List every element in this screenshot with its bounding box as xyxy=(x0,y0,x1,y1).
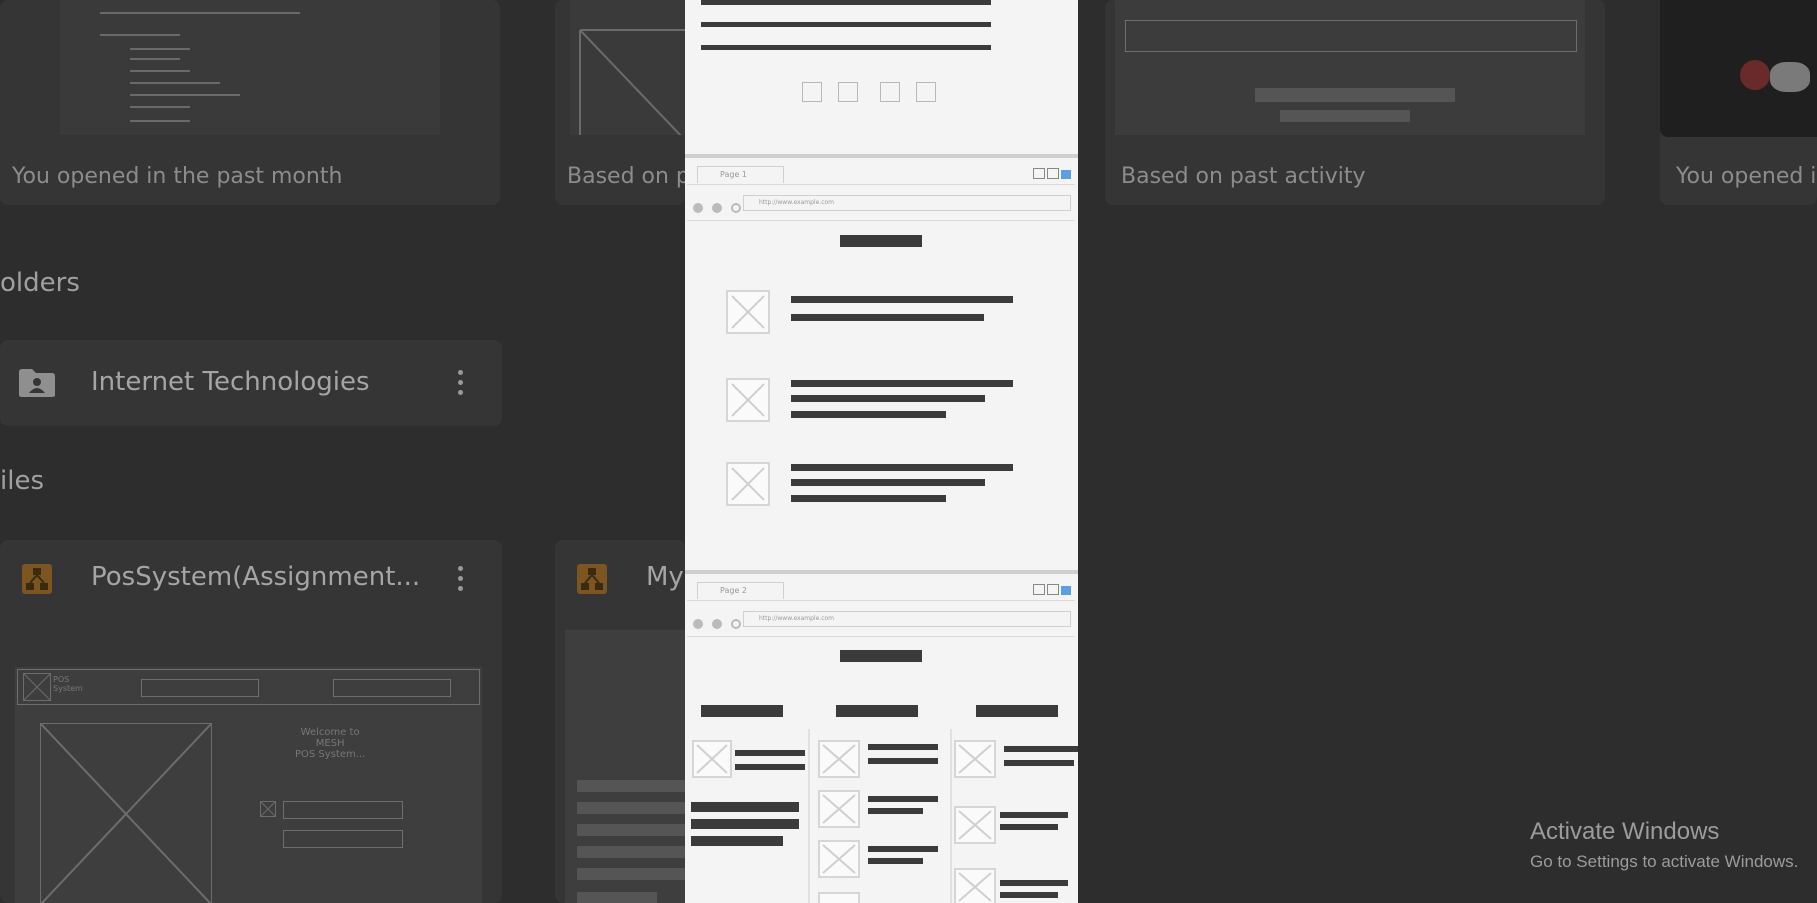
image-placeholder xyxy=(818,740,860,778)
page-heading-placeholder xyxy=(840,650,922,662)
browser-nav-icons xyxy=(693,198,742,217)
shared-folder-icon xyxy=(18,368,56,398)
image-placeholder xyxy=(726,378,770,422)
image-placeholder xyxy=(726,290,770,334)
file-card[interactable]: My xyxy=(555,540,685,903)
activation-title: Activate Windows xyxy=(1530,818,1720,845)
window-controls-icon xyxy=(1033,164,1073,179)
wireframe-page-2: Page 2 http://www.example.com xyxy=(685,574,1078,903)
pagination-prev-icon xyxy=(838,82,858,102)
browser-tab-label: Page 1 xyxy=(720,170,747,179)
pos-logo-text: POS System xyxy=(53,675,83,693)
suggested-card-3[interactable]: Based on past activity xyxy=(1105,0,1605,205)
wireframe-preview-viewer[interactable]: Page 1 http://www.example.com Page 2 htt… xyxy=(685,0,1078,903)
browser-nav-icons xyxy=(693,614,742,633)
suggested-card-thumbnail xyxy=(60,0,440,135)
drawio-file-icon xyxy=(577,564,607,594)
suggested-card-caption: Based on past activity xyxy=(1121,164,1366,189)
suggested-card-thumbnail xyxy=(1115,0,1585,135)
address-bar-url: http://www.example.com xyxy=(759,199,835,206)
suggested-card-caption: You opened i xyxy=(1676,164,1817,189)
files-heading: iles xyxy=(0,466,44,496)
image-placeholder xyxy=(954,740,996,778)
suggested-card-caption: Based on p xyxy=(567,164,690,189)
image-placeholder xyxy=(726,462,770,506)
address-bar-url: http://www.example.com xyxy=(759,615,835,622)
file-preview xyxy=(565,630,685,903)
suggested-card-1[interactable]: You opened in the past month xyxy=(0,0,500,205)
suggested-card-thumbnail xyxy=(570,0,685,135)
file-card[interactable]: PosSystem(Assignment... POS System Welco… xyxy=(0,540,502,903)
more-options-icon[interactable] xyxy=(458,566,464,596)
file-name: My xyxy=(646,562,684,592)
windows-activation-watermark: Activate Windows Go to Settings to activ… xyxy=(1530,818,1798,872)
pagination-last-icon xyxy=(916,82,936,102)
image-placeholder xyxy=(692,740,732,778)
folder-name: Internet Technologies xyxy=(91,367,370,397)
file-name: PosSystem(Assignment... xyxy=(91,562,421,592)
window-controls-icon xyxy=(1033,580,1073,595)
folders-heading: olders xyxy=(0,268,80,298)
image-placeholder xyxy=(954,868,996,903)
suggested-card-caption: You opened in the past month xyxy=(12,164,343,189)
browser-tab-label: Page 2 xyxy=(720,586,747,595)
folder-item[interactable]: Internet Technologies xyxy=(0,340,502,426)
suggested-card-4[interactable]: You opened i xyxy=(1660,0,1817,205)
suggested-card-thumbnail xyxy=(1660,0,1817,137)
image-placeholder xyxy=(954,806,996,844)
image-placeholder xyxy=(818,892,860,903)
more-options-icon[interactable] xyxy=(458,370,464,400)
file-preview: POS System Welcome to MESH POS System... xyxy=(15,667,482,903)
drawio-file-icon xyxy=(22,564,52,594)
wireframe-page-1: Page 1 http://www.example.com xyxy=(685,158,1078,570)
image-placeholder xyxy=(818,840,860,878)
image-placeholder xyxy=(818,790,860,828)
activation-subtitle: Go to Settings to activate Windows. xyxy=(1530,852,1799,871)
page-heading-placeholder xyxy=(840,235,922,247)
pagination-next-icon xyxy=(880,82,900,102)
suggested-card-2[interactable]: Based on p xyxy=(555,0,690,205)
pos-welcome-text: Welcome to MESH POS System... xyxy=(295,727,366,760)
pagination-first-icon xyxy=(802,82,822,102)
